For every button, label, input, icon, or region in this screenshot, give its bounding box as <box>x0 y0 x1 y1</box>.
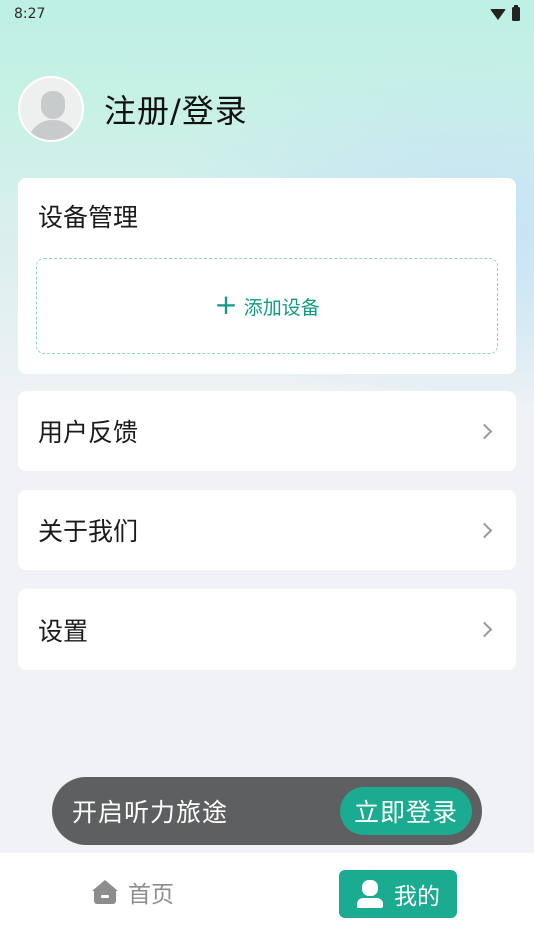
menu-item-label: 设置 <box>38 616 89 646</box>
chevron-right-icon <box>476 621 493 638</box>
status-bar: 8:27 <box>0 0 534 28</box>
login-now-button[interactable]: 立即登录 <box>339 787 472 835</box>
device-management-card: 设备管理 + 添加设备 <box>18 178 516 374</box>
battery-icon <box>512 5 520 21</box>
nav-tab-home[interactable]: 首页 <box>92 875 174 909</box>
profile-header[interactable]: 注册/登录 <box>18 76 248 142</box>
nav-tab-home-label: 首页 <box>128 882 174 908</box>
chevron-right-icon <box>476 423 493 439</box>
login-banner-text: 开启听力旅途 <box>72 798 229 827</box>
menu-item-feedback[interactable]: 用户反馈 <box>18 391 516 471</box>
user-icon <box>356 880 384 908</box>
nav-tab-mine-label: 我的 <box>394 884 440 910</box>
add-device-button[interactable]: + 添加设备 <box>36 258 498 354</box>
plus-icon: + <box>214 288 238 321</box>
wifi-icon <box>490 8 506 20</box>
menu-item-about[interactable]: 关于我们 <box>18 490 516 570</box>
nav-tab-mine[interactable]: 我的 <box>339 870 457 918</box>
menu-item-label: 用户反馈 <box>38 418 139 447</box>
status-time: 8:27 <box>14 6 46 22</box>
chevron-right-icon <box>476 522 493 538</box>
device-management-title: 设备管理 <box>38 203 139 232</box>
login-register-link[interactable]: 注册/登录 <box>104 86 248 132</box>
avatar-icon[interactable] <box>18 76 84 142</box>
status-icons <box>490 5 520 21</box>
login-banner: 开启听力旅途 立即登录 <box>52 777 482 845</box>
bottom-navigation: 首页 我的 <box>0 853 534 950</box>
menu-item-label: 关于我们 <box>38 517 139 546</box>
add-device-label: 添加设备 <box>243 296 320 319</box>
menu-item-settings[interactable]: 设置 <box>18 589 516 670</box>
home-icon <box>92 880 118 904</box>
